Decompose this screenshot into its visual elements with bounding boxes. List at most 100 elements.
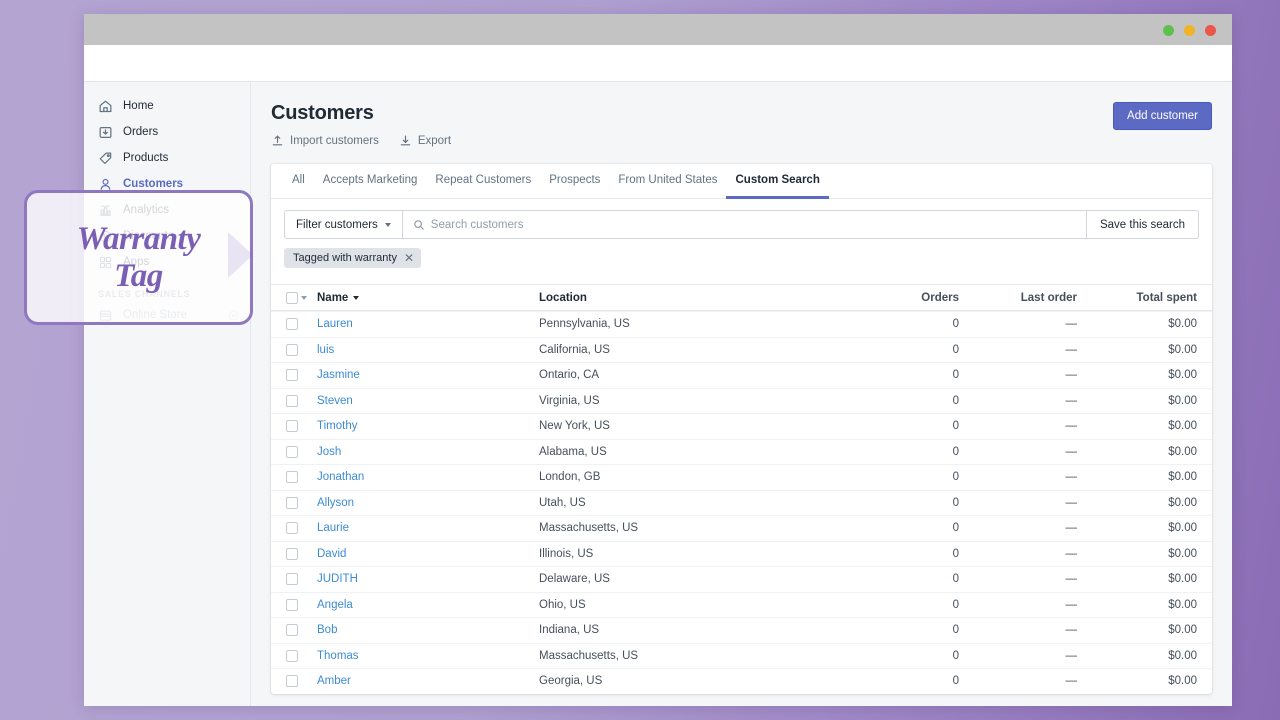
row-checkbox[interactable]: [286, 420, 298, 433]
customer-name-link[interactable]: JUDITH: [317, 573, 358, 585]
window-minimize-dot[interactable]: [1163, 25, 1174, 36]
table-row[interactable]: Jonathan London, GB 0 — $0.00: [271, 464, 1212, 490]
table-row[interactable]: Josh Alabama, US 0 — $0.00: [271, 438, 1212, 465]
table-row[interactable]: David Illinois, US 0 — $0.00: [271, 540, 1212, 567]
customer-name-link[interactable]: Timothy: [317, 420, 357, 432]
filter-customers-button[interactable]: Filter customers: [284, 210, 402, 239]
sidebar-item-home[interactable]: Home: [84, 95, 250, 117]
table-row[interactable]: Thomas Massachusetts, US 0 — $0.00: [271, 642, 1212, 669]
tab-prospects[interactable]: Prospects: [540, 164, 609, 199]
tab-repeat-customers[interactable]: Repeat Customers: [426, 164, 540, 199]
row-select-cell[interactable]: [286, 369, 317, 382]
table-row[interactable]: Bob Indiana, US 0 — $0.00: [271, 617, 1212, 643]
row-checkbox[interactable]: [286, 343, 298, 356]
row-checkbox[interactable]: [286, 369, 298, 382]
row-select-cell[interactable]: [286, 598, 317, 611]
filter-chip[interactable]: Tagged with warranty ✕: [284, 248, 422, 268]
sidebar-item-label: Home: [123, 100, 154, 112]
add-customer-button[interactable]: Add customer: [1113, 102, 1212, 130]
customer-name-link[interactable]: Angela: [317, 599, 353, 611]
customer-name-link[interactable]: Steven: [317, 395, 353, 407]
window-maximize-dot[interactable]: [1184, 25, 1195, 36]
active-filter-chips: Tagged with warranty ✕: [271, 239, 1212, 268]
table-row[interactable]: Steven Virginia, US 0 — $0.00: [271, 387, 1212, 414]
save-this-search-button[interactable]: Save this search: [1086, 210, 1199, 239]
row-select-cell[interactable]: [286, 496, 317, 509]
customer-name-link[interactable]: luis: [317, 344, 334, 356]
cell-last-order: —: [1065, 318, 1078, 331]
row-select-cell[interactable]: [286, 649, 317, 662]
tab-bar: All Accepts Marketing Repeat Customers Pros…: [271, 164, 1212, 199]
tab-custom-search[interactable]: Custom Search: [726, 164, 829, 199]
column-header-total-spent[interactable]: Total spent: [1077, 292, 1197, 304]
row-checkbox[interactable]: [286, 496, 298, 509]
column-header-location[interactable]: Location: [539, 292, 839, 304]
close-icon[interactable]: ✕: [404, 252, 414, 264]
table-row[interactable]: Lauren Pennsylvania, US 0 — $0.00: [271, 311, 1212, 337]
customer-name-link[interactable]: Lauren: [317, 318, 353, 330]
tab-all[interactable]: All: [283, 164, 314, 199]
customer-name-link[interactable]: Thomas: [317, 650, 359, 662]
row-checkbox[interactable]: [286, 471, 298, 484]
table-row[interactable]: luis California, US 0 — $0.00: [271, 336, 1212, 363]
customer-name-link[interactable]: Jasmine: [317, 369, 360, 381]
row-select-cell[interactable]: [286, 573, 317, 586]
row-checkbox[interactable]: [286, 649, 298, 662]
table-row[interactable]: JUDITH Delaware, US 0 — $0.00: [271, 566, 1212, 592]
row-select-cell[interactable]: [286, 471, 317, 484]
row-checkbox[interactable]: [286, 547, 298, 560]
header-link-label: Export: [417, 134, 452, 147]
table-row[interactable]: Laurie Massachusetts, US 0 — $0.00: [271, 515, 1212, 541]
row-checkbox[interactable]: [286, 318, 298, 331]
row-checkbox[interactable]: [286, 522, 298, 535]
row-select-cell[interactable]: [286, 547, 317, 560]
row-select-cell[interactable]: [286, 343, 317, 356]
search-input[interactable]: [430, 218, 1076, 231]
cell-last-order: —: [1065, 496, 1078, 509]
row-checkbox[interactable]: [286, 394, 298, 407]
row-select-cell[interactable]: [286, 394, 317, 407]
select-all-cell[interactable]: [286, 291, 317, 304]
customer-name-link[interactable]: Laurie: [317, 522, 349, 534]
row-select-cell[interactable]: [286, 624, 317, 637]
cell-orders: 0: [952, 343, 959, 356]
cell-last-order: —: [1065, 369, 1078, 382]
sidebar-item-products[interactable]: Products: [84, 147, 250, 169]
column-header-last-order[interactable]: Last order: [959, 292, 1077, 304]
tab-from-united-states[interactable]: From United States: [609, 164, 726, 199]
row-select-cell[interactable]: [286, 445, 317, 458]
table-row[interactable]: Jasmine Ontario, CA 0 — $0.00: [271, 362, 1212, 388]
row-select-cell[interactable]: [286, 522, 317, 535]
customer-name-link[interactable]: Bob: [317, 624, 337, 636]
row-checkbox[interactable]: [286, 573, 298, 586]
row-select-cell[interactable]: [286, 318, 317, 331]
import-customers-link[interactable]: Import customers: [271, 134, 379, 147]
row-select-cell[interactable]: [286, 675, 317, 688]
column-header-name[interactable]: Name: [317, 292, 539, 304]
window-close-dot[interactable]: [1205, 25, 1216, 36]
row-select-cell[interactable]: [286, 420, 317, 433]
table-row[interactable]: Allyson Utah, US 0 — $0.00: [271, 489, 1212, 516]
select-all-checkbox[interactable]: [286, 291, 298, 304]
row-checkbox[interactable]: [286, 624, 298, 637]
customer-name-link[interactable]: David: [317, 548, 346, 560]
cell-last-order: —: [1065, 547, 1078, 560]
customer-name-link[interactable]: Allyson: [317, 497, 354, 509]
row-checkbox[interactable]: [286, 445, 298, 458]
search-field-wrapper[interactable]: [401, 210, 1087, 239]
customer-name-link[interactable]: Jonathan: [317, 471, 364, 483]
row-checkbox[interactable]: [286, 675, 298, 688]
table-row[interactable]: Angela Ohio, US 0 — $0.00: [271, 591, 1212, 618]
cell-name: Bob: [317, 624, 539, 636]
chevron-down-icon[interactable]: [301, 295, 307, 300]
customer-name-link[interactable]: Josh: [317, 446, 341, 458]
row-checkbox[interactable]: [286, 598, 298, 611]
customer-name-link[interactable]: Amber: [317, 675, 351, 687]
table-row[interactable]: Amber Georgia, US 0 — $0.00: [271, 668, 1212, 694]
table-row[interactable]: Timothy New York, US 0 — $0.00: [271, 413, 1212, 439]
orders-icon: [98, 125, 113, 140]
tab-accepts-marketing[interactable]: Accepts Marketing: [314, 164, 427, 199]
column-header-orders[interactable]: Orders: [839, 292, 959, 304]
export-link[interactable]: Export: [399, 134, 451, 147]
sidebar-item-orders[interactable]: Orders: [84, 121, 250, 143]
